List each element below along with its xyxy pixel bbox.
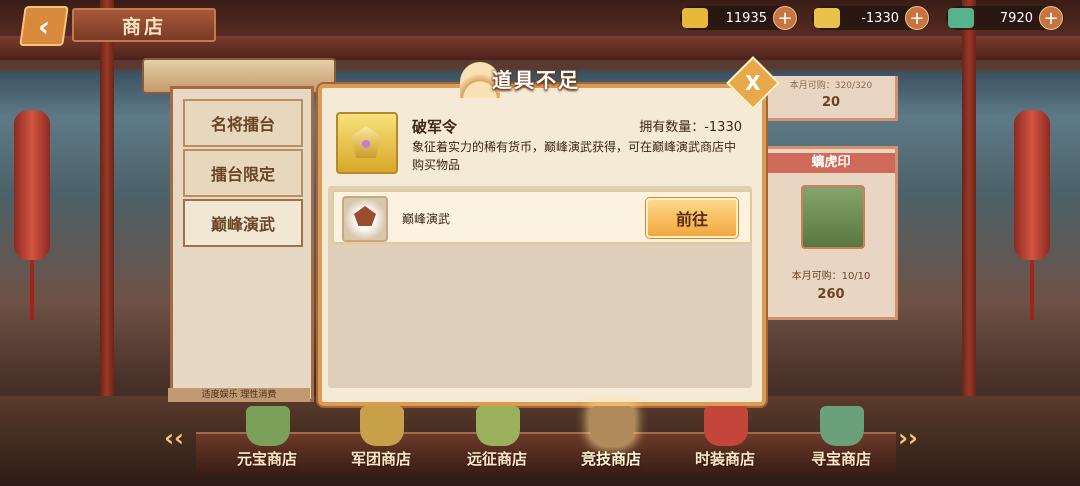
cauldron-icon [360,406,404,446]
teapot-icon [820,406,864,446]
add-token-button[interactable]: + [905,6,929,30]
jar-icon [246,406,290,446]
shop-tab-panel: 名将擂台 擂台限定 巅峰演武 [170,86,314,402]
go-button-label: 前往 [675,210,708,229]
currency-value: -1330 [861,10,899,26]
item-name: 破军令 [412,118,458,136]
nav-item-treasure-shop[interactable]: 寻宝商店 [796,406,886,470]
page-title-plate: 商店 [72,8,216,42]
back-button[interactable]: ‹ [19,6,69,46]
dialog-title-banner: 道具不足 [460,62,614,98]
add-jade-button[interactable]: + [1039,6,1063,30]
nav-label: 元宝商店 [236,450,297,468]
chair-icon [590,406,634,446]
gift-box-icon [704,406,748,446]
nav-label: 时装商店 [694,450,755,468]
item-label: 螭虎印 [767,153,895,173]
lantern-right [1014,110,1050,320]
currency-value: 11935 [725,10,767,26]
tab-peak-battle[interactable]: 巅峰演武 [183,199,303,247]
chevron-left-icon: ‹ [35,9,53,43]
nav-item-yuanbao-shop[interactable]: 元宝商店 [222,406,312,470]
list-item: 巅峰演武 前往 [332,190,752,244]
currency-value: 7920 [999,10,1033,26]
add-gold-button[interactable]: + [773,6,797,30]
shop-item-partial[interactable]: 本月可购：320/320 20 [764,76,898,121]
nav-item-expedition-shop[interactable]: 远征商店 [452,406,542,470]
nav-label: 军团商店 [350,450,411,468]
currency-token: -1330 + [812,6,930,30]
lantern-left [14,110,50,320]
nav-left-arrow[interactable]: ‹‹ [156,424,192,452]
item-info: 破军令 拥有数量：-1330 象征着实力的稀有货币，巅峰演武获得，可在巅峰演武商… [330,102,744,182]
nav-item-fashion-shop[interactable]: 时装商店 [680,406,770,470]
currency-jade: 7920 + [946,6,1064,30]
pavilion-icon [342,196,388,242]
item-price: 20 [821,95,841,110]
health-notice: 适度娱乐 理性消费 [168,388,310,402]
tab-label: 名将擂台 [210,115,275,134]
jade-icon [948,8,974,28]
gem-icon [352,126,380,158]
gold-ingot-icon [682,8,708,28]
tab-label: 擂台限定 [210,165,275,184]
page-title: 商店 [121,15,166,38]
currency-gold: 11935 + [680,6,798,30]
close-icon: X [745,70,761,95]
nav-right-arrow[interactable]: ›› [890,424,926,452]
item-icon [336,112,398,174]
tab-arena-limited[interactable]: 擂台限定 [183,149,303,197]
nav-label: 寻宝商店 [810,450,871,468]
item-description: 象征着实力的稀有货币，巅峰演武获得，可在巅峰演武商店中购买物品 [412,140,737,172]
go-button[interactable]: 前往 [646,198,738,238]
owned-count: 拥有数量：-1330 [639,120,742,135]
purchase-limit: 本月可购：10/10 [791,271,871,282]
nav-label: 远征商店 [466,450,527,468]
token-icon [814,8,840,28]
dialog-title: 道具不足 [492,68,580,92]
nav-item-legion-shop[interactable]: 军团商店 [336,406,426,470]
nav-item-arena-shop[interactable]: 竞技商店 [566,406,656,470]
source-name: 巅峰演武 [402,212,451,226]
flag-pot-icon [476,406,520,446]
tab-label: 巅峰演武 [210,215,275,234]
tab-famous-general-arena[interactable]: 名将擂台 [183,99,303,147]
item-price: 260 [817,287,845,302]
seal-icon [801,185,865,249]
shop-item-card[interactable]: 螭虎印 本月可购：10/10 260 [764,146,898,320]
purchase-limit: 本月可购：320/320 [789,81,873,91]
nav-label: 竞技商店 [580,450,641,468]
